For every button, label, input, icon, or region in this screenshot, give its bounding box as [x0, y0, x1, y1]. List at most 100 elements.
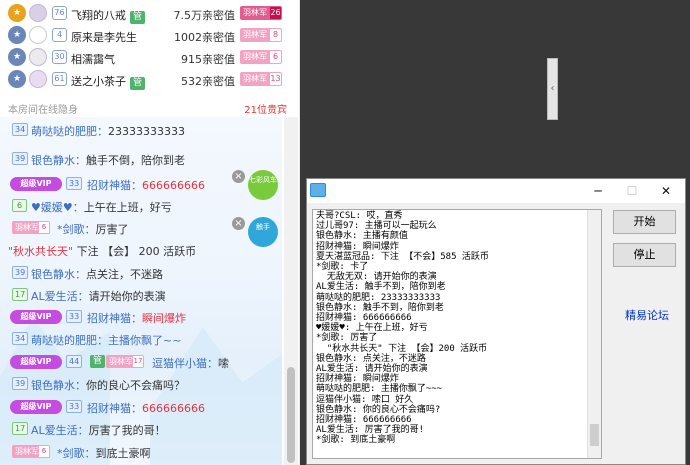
chat-text: 你的良心不会痛吗？ [86, 379, 185, 392]
ranking-row[interactable]: ★ 30 相濡靄气 915亲密值 羽林军 6 [0, 46, 290, 68]
level-badge: 4 [52, 28, 67, 42]
collapse-panel-button[interactable]: ‹ [547, 58, 558, 120]
chat-message: 羽林军 6 *剑歌：到底土豪啊 [0, 441, 282, 463]
live-room-panel: ★ 76 飞翔的八戒管 7.5万亲密值 羽林军 26 ★ 4 原来是李先生 100… [0, 0, 300, 465]
avatar [29, 26, 47, 44]
chat-text: 到底土豪啊 [95, 447, 151, 460]
gold-medal-icon: ★ [8, 4, 26, 22]
chat-user-name: ♥媛媛♥： [31, 201, 84, 214]
chat-log-textbox[interactable]: 夫哥?CSL: 哎，直秀 过儿哥97: 主播可以一起玩么 银色静水: 主播有颜值… [312, 209, 602, 459]
intimacy-value: 915亲密值 [181, 53, 235, 66]
chat-message: 39 银色静水：点关注，不迷路 [0, 262, 282, 284]
fan-badge: 羽林军 8 [240, 28, 282, 42]
chat-user-name: 萌哒哒的肥肥： [31, 125, 108, 138]
fan-badge: 羽林军 17 [106, 355, 144, 368]
start-button[interactable]: 开始 [613, 210, 676, 234]
avatar [29, 48, 47, 66]
chat-text: 666666666 [142, 402, 205, 415]
ranking-row[interactable]: ★ 4 原来是李先生 1002亲密值 羽林军 8 [0, 24, 290, 46]
chat-text: 主播你飘了~~ [108, 334, 182, 347]
chat-message: 17 AL爱生活：厉害了我的哥！ [0, 418, 282, 440]
level-badge: 39 [12, 377, 29, 390]
chat-message: 17 AL爱生活：请开始你的表演 [0, 284, 282, 306]
ranking-row[interactable]: ★ 76 飞翔的八戒管 7.5万亲密值 羽林军 26 [0, 2, 290, 24]
chat-text: 嗦 [218, 357, 229, 370]
admin-badge: 管 [90, 355, 106, 368]
user-name: 飞翔的八戒 [71, 9, 126, 22]
chat-user-name: 招财神猫： [87, 402, 142, 415]
chat-text: 厉害了我的哥！ [88, 424, 166, 437]
chat-text: 瞬间爆炸 [142, 312, 186, 325]
level-badge: 17 [12, 288, 29, 301]
stop-button[interactable]: 停止 [613, 243, 676, 267]
fan-badge: 羽林军 13 [240, 72, 282, 86]
level-badge: 44 [66, 355, 83, 368]
chat-user-name: 银色静水： [31, 268, 86, 281]
user-name: 原来是李先生 [71, 31, 137, 44]
chat-text: 上午在上班，好亏 [83, 201, 172, 214]
vip-badge: 超级VIP [10, 177, 62, 191]
chat-user-name: 招财神猫： [87, 179, 142, 192]
chat-user-name: AL爱生活： [31, 290, 89, 303]
app-icon [310, 183, 326, 197]
close-button[interactable]: ✕ [649, 179, 683, 203]
close-gift-icon[interactable]: × [232, 170, 245, 183]
fan-badge: 羽林军 26 [240, 6, 282, 20]
chat-user-name: 银色静水： [31, 154, 86, 167]
vip-badge: 超级VIP [10, 355, 62, 369]
title-bar[interactable]: ─ ☐ ✕ [307, 179, 685, 203]
gift-bubble-icon[interactable]: 触手 [248, 217, 278, 247]
level-badge: 34 [12, 332, 29, 345]
chat-area: 34 萌哒哒的肥肥：23333333333 39 银色静水：触手不倒，陪你到老 … [0, 117, 282, 465]
chat-message: 超级VIP 33 招财神猫：666666666 [0, 396, 282, 418]
intimacy-ranking: ★ 76 飞翔的八戒管 7.5万亲密值 羽林军 26 ★ 4 原来是李先生 100… [0, 0, 290, 98]
admin-badge: 管 [130, 11, 146, 24]
intimacy-value: 1002亲密值 [174, 31, 235, 44]
fan-badge: 羽林军 6 [240, 50, 282, 64]
close-gift-icon[interactable]: × [232, 217, 245, 230]
chat-message: 6 ♥媛媛♥：上午在上班，好亏 [0, 195, 282, 217]
log-scrollbar[interactable] [587, 210, 601, 458]
chat-message: 34 萌哒哒的肥肥：23333333333 [0, 119, 282, 141]
chat-message: 超级VIP 33 招财神猫：瞬间爆炸 [0, 306, 282, 328]
ranking-row[interactable]: ★ 61 送之小茶子管 532亲密值 羽林军 13 [0, 68, 290, 90]
level-badge: 39 [12, 266, 29, 279]
bet-message: "秋水共长天" 下注 【会】 200 活跃币 [8, 245, 197, 258]
chat-text: 触手不倒，陪你到老 [86, 154, 185, 167]
admin-badge: 管 [130, 77, 146, 90]
level-badge: 61 [52, 72, 67, 86]
chat-user-name: 萌哒哒的肥肥： [31, 334, 108, 347]
vip-badge: 超级VIP [10, 310, 62, 324]
fan-badge: 羽林军 6 [12, 445, 50, 458]
chat-user-name: 招财神猫： [87, 312, 142, 325]
level-badge: 39 [12, 152, 29, 165]
silver-medal-icon: ★ [8, 26, 26, 44]
chat-text: 厉害了 [95, 223, 129, 236]
chat-text: 点关注，不迷路 [86, 268, 163, 281]
level-badge: 34 [12, 123, 29, 136]
chat-log-text: 夫哥?CSL: 哎，直秀 过儿哥97: 主播可以一起玩么 银色静水: 主播有颜值… [316, 211, 489, 446]
silver-medal-icon: ★ [8, 48, 26, 66]
chat-user-name: 逗猫伴小猫： [152, 357, 218, 370]
online-guest-count[interactable]: 21位贵宾 [244, 101, 287, 116]
chat-message: 34 萌哒哒的肥肥：主播你飘了~~ [0, 328, 282, 350]
level-badge: 33 [66, 310, 83, 323]
fan-badge: 羽林军 6 [12, 221, 50, 234]
maximize-button[interactable]: ☐ [615, 179, 649, 203]
chat-text: 请开始你的表演 [88, 290, 166, 303]
user-name: 送之小茶子 [71, 75, 126, 88]
forum-link[interactable]: 精易论坛 [625, 307, 669, 323]
chat-message: 39 银色静水：你的良心不会痛吗？ [0, 373, 282, 395]
chat-user-name: 银色静水： [31, 379, 86, 392]
chat-scrollbar[interactable] [284, 117, 298, 465]
chat-message: 超级VIP 44 管 羽林军 17 逗猫伴小猫：嗦 [0, 351, 282, 373]
user-name: 相濡靄气 [71, 53, 115, 66]
scrollbar-thumb[interactable] [590, 424, 599, 446]
scrollbar-thumb[interactable] [287, 367, 295, 463]
intimacy-value: 532亲密值 [181, 75, 235, 88]
level-badge: 6 [12, 199, 27, 212]
chat-user-name: AL爱生活： [31, 424, 89, 437]
chat-text: 666666666 [142, 179, 205, 192]
minimize-button[interactable]: ─ [581, 179, 615, 203]
chat-text: 23333333333 [108, 125, 185, 138]
